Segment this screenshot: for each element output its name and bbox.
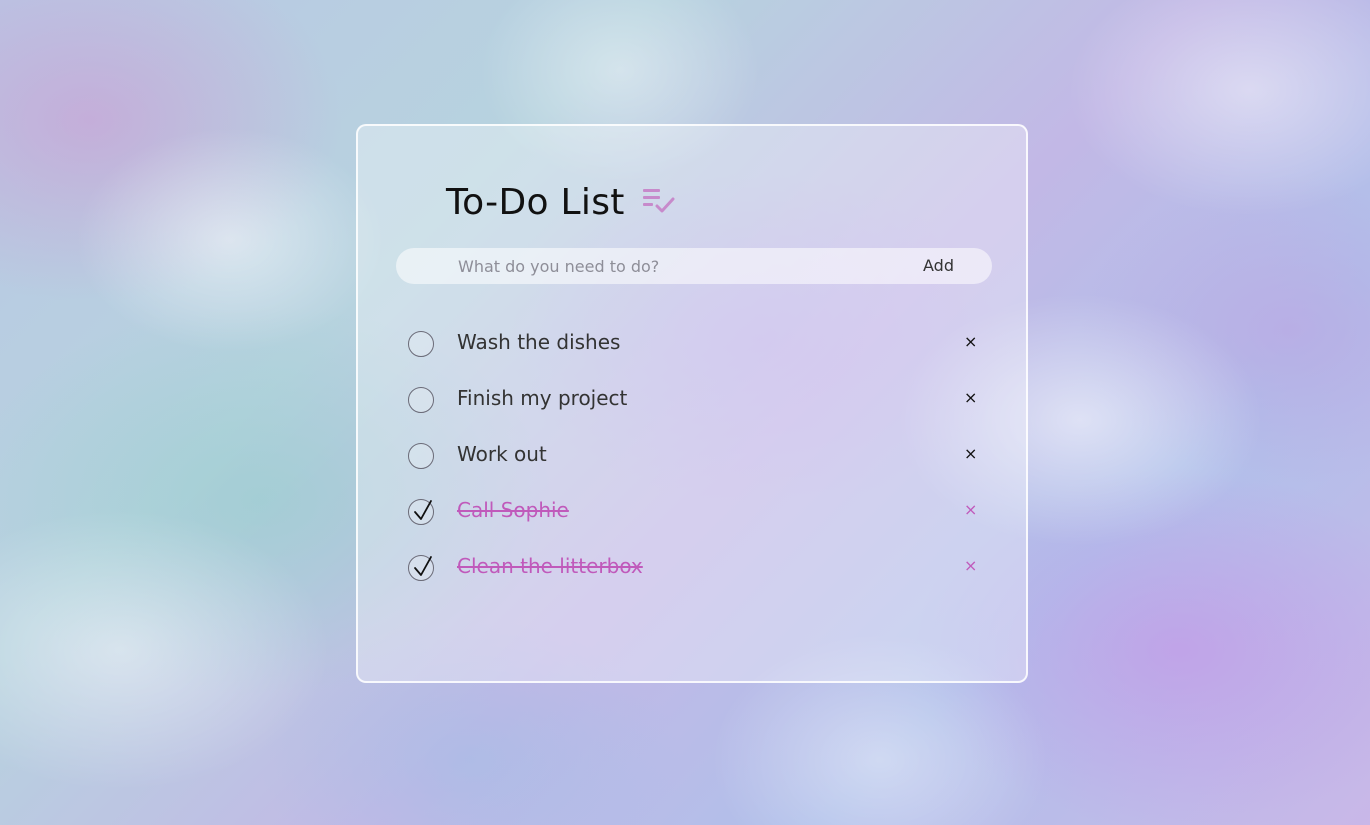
new-todo-input[interactable]: [458, 248, 898, 284]
todo-item-completed: Call Sophie ×: [358, 484, 1026, 540]
delete-button[interactable]: ×: [964, 332, 977, 351]
playlist-check-icon: [642, 188, 675, 216]
todo-text: Finish my project: [457, 386, 628, 410]
todo-item: Wash the dishes ×: [358, 316, 1026, 372]
todo-text: Call Sophie: [457, 498, 569, 522]
todo-item-completed: Clean the litterbox ×: [358, 540, 1026, 596]
todo-card: To-Do List Add Wash the dishes × Finish …: [356, 124, 1028, 683]
delete-button[interactable]: ×: [964, 388, 977, 407]
header: To-Do List: [446, 180, 675, 224]
page-title: To-Do List: [446, 181, 625, 223]
checkmark-icon: [414, 500, 432, 520]
delete-button[interactable]: ×: [964, 556, 977, 575]
todo-checkbox[interactable]: [408, 387, 434, 413]
todo-text: Clean the litterbox: [457, 554, 643, 578]
todo-item: Finish my project ×: [358, 372, 1026, 428]
todo-text: Work out: [457, 442, 547, 466]
todo-list: Wash the dishes × Finish my project × Wo…: [358, 316, 1026, 596]
checkmark-icon: [414, 556, 432, 576]
delete-button[interactable]: ×: [964, 444, 977, 463]
todo-checkbox-checked[interactable]: [408, 555, 434, 581]
add-button[interactable]: Add: [923, 248, 954, 284]
add-todo-bar: Add: [396, 248, 992, 284]
todo-checkbox[interactable]: [408, 331, 434, 357]
todo-checkbox[interactable]: [408, 443, 434, 469]
todo-item: Work out ×: [358, 428, 1026, 484]
delete-button[interactable]: ×: [964, 500, 977, 519]
todo-checkbox-checked[interactable]: [408, 499, 434, 525]
todo-text: Wash the dishes: [457, 330, 621, 354]
